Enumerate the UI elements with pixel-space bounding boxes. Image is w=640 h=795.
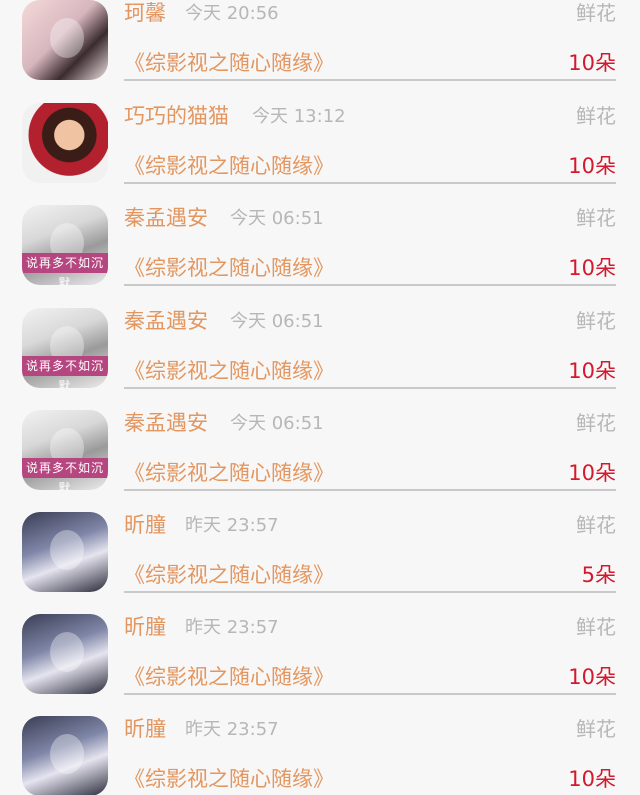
gift-count: 10朵 [568,256,616,280]
avatar[interactable]: 说再多不如沉默 [22,308,108,388]
gift-type: 鲜花 [576,411,616,435]
book-title[interactable]: 《综影视之随心随缘》 [124,664,334,690]
list-item[interactable]: 巧巧的猫猫 今天 13:12 鲜花 《综影视之随心随缘》 10朵 [0,103,640,206]
user-name[interactable]: 秦孟遇安 [124,205,208,231]
book-title[interactable]: 《综影视之随心随缘》 [124,50,334,76]
timestamp: 今天 20:56 [185,3,279,24]
gift-count: 10朵 [568,154,616,178]
gift-type: 鲜花 [576,717,616,741]
book-title[interactable]: 《综影视之随心随缘》 [124,153,334,179]
separator [124,284,616,286]
avatar[interactable] [22,0,108,80]
list-item[interactable]: 昕朣 昨天 23:57 鲜花 《综影视之随心随缘》 10朵 [0,716,640,795]
user-name[interactable]: 秦孟遇安 [124,308,208,334]
timestamp: 今天 06:51 [230,413,324,434]
book-title[interactable]: 《综影视之随心随缘》 [124,358,334,384]
avatar-face [50,734,84,774]
gift-type: 鲜花 [576,206,616,230]
user-name[interactable]: 珂馨 [124,0,166,26]
list-item[interactable]: 说再多不如沉默 秦孟遇安 今天 06:51 鲜花 《综影视之随心随缘》 10朵 [0,205,640,308]
gift-record-list: 珂馨 今天 20:56 鲜花 《综影视之随心随缘》 10朵 巧巧的猫猫 今天 1… [0,0,640,795]
gift-type: 鲜花 [576,615,616,639]
user-name[interactable]: 昕朣 [124,716,166,742]
user-name[interactable]: 秦孟遇安 [124,410,208,436]
book-title[interactable]: 《综影视之随心随缘》 [124,766,334,792]
list-item[interactable]: 昕朣 昨天 23:57 鲜花 《综影视之随心随缘》 5朵 [0,512,640,615]
list-item[interactable]: 珂馨 今天 20:56 鲜花 《综影视之随心随缘》 10朵 [0,0,640,103]
avatar-face [50,530,84,570]
gift-count: 10朵 [568,767,616,791]
separator [124,591,616,593]
timestamp: 今天 06:51 [230,311,324,332]
gift-type: 鲜花 [576,513,616,537]
separator [124,387,616,389]
avatar[interactable] [22,716,108,795]
avatar-face [50,18,84,58]
timestamp: 昨天 23:57 [185,719,279,740]
separator [124,693,616,695]
avatar[interactable] [22,614,108,694]
gift-count: 5朵 [581,563,616,587]
separator [124,489,616,491]
separator [124,182,616,184]
gift-type: 鲜花 [576,1,616,25]
book-title[interactable]: 《综影视之随心随缘》 [124,460,334,486]
list-item[interactable]: 昕朣 昨天 23:57 鲜花 《综影视之随心随缘》 10朵 [0,614,640,717]
user-name[interactable]: 昕朣 [124,614,166,640]
book-title[interactable]: 《综影视之随心随缘》 [124,255,334,281]
gift-count: 10朵 [568,359,616,383]
avatar-caption: 说再多不如沉默 [22,356,108,388]
timestamp: 今天 06:51 [230,208,324,229]
user-name[interactable]: 巧巧的猫猫 [124,103,229,129]
timestamp: 昨天 23:57 [185,515,279,536]
avatar[interactable] [22,512,108,592]
avatar[interactable]: 说再多不如沉默 [22,410,108,490]
user-name[interactable]: 昕朣 [124,512,166,538]
avatar-caption: 说再多不如沉默 [22,458,108,490]
avatar[interactable] [22,103,108,183]
avatar-face [50,632,84,672]
gift-count: 10朵 [568,51,616,75]
gift-count: 10朵 [568,461,616,485]
gift-count: 10朵 [568,665,616,689]
avatar[interactable]: 说再多不如沉默 [22,205,108,285]
timestamp: 今天 13:12 [252,106,346,127]
list-item[interactable]: 说再多不如沉默 秦孟遇安 今天 06:51 鲜花 《综影视之随心随缘》 10朵 [0,410,640,513]
book-title[interactable]: 《综影视之随心随缘》 [124,562,334,588]
avatar-caption: 说再多不如沉默 [22,253,108,285]
separator [124,79,616,81]
gift-type: 鲜花 [576,104,616,128]
timestamp: 昨天 23:57 [185,617,279,638]
list-item[interactable]: 说再多不如沉默 秦孟遇安 今天 06:51 鲜花 《综影视之随心随缘》 10朵 [0,308,640,411]
gift-type: 鲜花 [576,309,616,333]
